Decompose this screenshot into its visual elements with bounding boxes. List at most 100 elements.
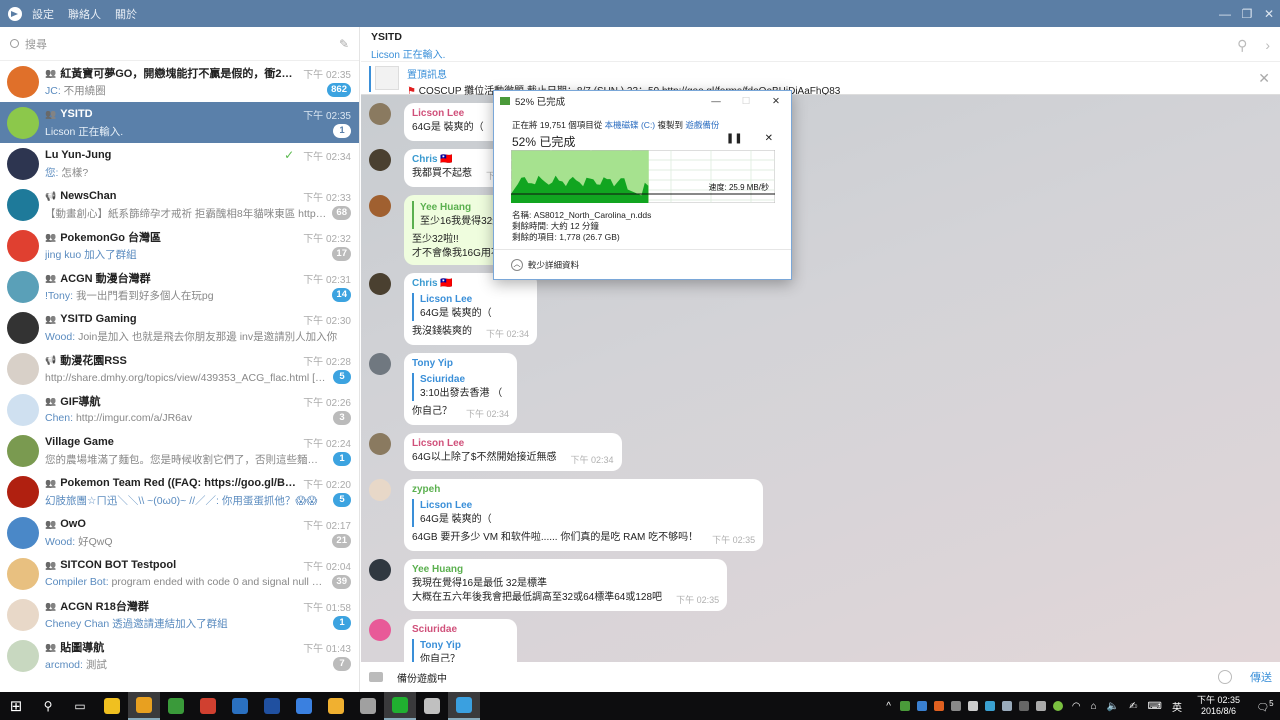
sender-name[interactable]: Licson Lee: [412, 437, 614, 451]
emoji-icon[interactable]: [1218, 670, 1232, 684]
message-bubble[interactable]: Chris 🇹🇼 Licson Lee 64G是 裝爽的（ 我沒錢裝爽的 下午 02:3…: [404, 273, 538, 345]
chevron-right-icon[interactable]: ›: [1265, 37, 1270, 54]
chat-list-item[interactable]: 👥 PokemonGo 台灣區 下午 02:32 jing kuo 加入了群組 17: [0, 225, 359, 266]
wifi-icon[interactable]: ◠: [1072, 701, 1081, 712]
sender-avatar[interactable]: [369, 433, 391, 455]
taskbar-app-button[interactable]: [160, 692, 192, 720]
pen-icon[interactable]: ✍: [1129, 701, 1137, 712]
tray-app-icon[interactable]: [1002, 701, 1013, 711]
tray-app-icon[interactable]: [900, 701, 911, 711]
taskbar: ⊞ ⚲ ▭ ^ ◠ ⌂ 🔈 ✍ ⌨ 英 下午 02:35 2016/8/6 🗨5: [0, 692, 1280, 720]
sender-avatar[interactable]: [369, 273, 391, 295]
sender-name[interactable]: Sciuridae: [412, 623, 509, 637]
tray-app-icon[interactable]: [1019, 701, 1030, 711]
taskbar-app-button[interactable]: [256, 692, 288, 720]
attach-photo-icon[interactable]: [369, 672, 383, 682]
taskbar-app-button[interactable]: [320, 692, 352, 720]
chat-list-item[interactable]: 👥紅黃寶可夢GO，開戀塊能打不贏是假的，衝20才是真的！！ P... 下午 02:…: [0, 61, 359, 102]
usb-icon[interactable]: [1036, 701, 1047, 711]
chat-list-item[interactable]: 👥 ACGN 動漫台灣群 下午 02:31 !Tony: 我一出門看到好多個人在玩pg…: [0, 266, 359, 307]
sender-avatar[interactable]: [369, 353, 391, 375]
taskbar-app-button[interactable]: [224, 692, 256, 720]
menu-settings[interactable]: 設定: [32, 6, 54, 22]
minimize-button[interactable]: —: [701, 96, 731, 107]
sender-avatar[interactable]: [369, 559, 391, 581]
close-button[interactable]: ✕: [761, 96, 791, 107]
chat-list-item[interactable]: 👥 ACGN R18台灣群 下午 01:58 Cheney Chan 透過邀請連結加入…: [0, 594, 359, 635]
taskbar-app-button[interactable]: [448, 692, 480, 720]
preview-text: Licson 正在輸入.: [45, 125, 124, 138]
compose-icon[interactable]: ✎: [339, 37, 349, 51]
search-icon[interactable]: ⚲: [1237, 37, 1247, 54]
taskbar-app-button[interactable]: [352, 692, 384, 720]
message-input[interactable]: 備份遊戲中: [397, 670, 1218, 685]
reply-quote[interactable]: Sciuridae 3:10出發去香港 （: [412, 373, 509, 401]
tray-app-icon[interactable]: [968, 701, 979, 711]
send-button[interactable]: 傳送: [1250, 669, 1272, 685]
sender-avatar[interactable]: [369, 619, 391, 641]
message-bubble[interactable]: SciuridaeTony Yip你自己？還有我媽下午 02:35: [404, 619, 518, 662]
destination-link[interactable]: 遊戲備份: [685, 120, 719, 130]
sender-avatar[interactable]: [369, 103, 391, 125]
network-icon[interactable]: ⌂: [1091, 701, 1097, 712]
sender-name[interactable]: zypeh: [412, 483, 755, 497]
message-bubble[interactable]: Tony Yip Sciuridae 3:10出發去香港 （ 你自己？ 下午 02:34: [404, 353, 518, 425]
pause-button[interactable]: ❚❚: [726, 133, 743, 150]
restore-button[interactable]: ❐: [1236, 7, 1258, 21]
tray-app-icon[interactable]: [951, 701, 962, 711]
chat-list-item[interactable]: Village Game 下午 02:24 您的農場堆滿了麵包。您是時候收割它們了，…: [0, 430, 359, 471]
chat-list-item[interactable]: 👥 GIF導航 下午 02:26 Chen: http://imgur.com/a/J…: [0, 389, 359, 430]
menu-about[interactable]: 關於: [115, 6, 137, 22]
task-view-button[interactable]: ▭: [64, 692, 96, 720]
sender-avatar[interactable]: [369, 479, 391, 501]
tray-app-icon[interactable]: [1053, 701, 1064, 711]
source-link[interactable]: 本機磁碟 (C:): [605, 120, 656, 130]
chat-list-item[interactable]: 👥 Pokemon Team Red ((FAQ: https://goo.gl/…: [0, 471, 359, 512]
chat-list-item[interactable]: Lu Yun-Jung ✓ 下午 02:34 您: 怎樣?: [0, 143, 359, 184]
chat-list-item[interactable]: 👥 OwO 下午 02:17 Wood: 好QwQ 21: [0, 512, 359, 553]
maximize-button[interactable]: ☐: [731, 96, 761, 107]
cancel-button[interactable]: ✕: [765, 133, 773, 150]
message-bubble[interactable]: Yee Huang 我現在覺得16是最低 32是標準 大概在五六年後我會把最低調高至…: [404, 559, 728, 611]
sender-avatar[interactable]: [369, 195, 391, 217]
reply-quote[interactable]: Tony Yip 你自己？: [412, 639, 509, 662]
clock[interactable]: 下午 02:35 2016/8/6: [1197, 695, 1240, 717]
taskbar-app-button[interactable]: [96, 692, 128, 720]
search-input[interactable]: 搜尋: [10, 32, 339, 56]
message-bubble[interactable]: zypeh Licson Lee 64G是 裝爽的（ 64GB 要开多少 VM 和软件…: [404, 479, 764, 551]
taskbar-app-button[interactable]: [384, 692, 416, 720]
message-bubble[interactable]: Licson Lee 64G以上除了$不然開始接近無感 下午 02:34: [404, 433, 622, 471]
keyboard-icon[interactable]: ⌨: [1148, 701, 1162, 712]
close-button[interactable]: ✕: [1258, 7, 1280, 21]
ime-indicator[interactable]: 英: [1172, 699, 1182, 714]
fewer-details-button[interactable]: ︿ 較少詳細資料: [494, 249, 791, 279]
tray-app-icon[interactable]: [934, 701, 945, 711]
sender-name[interactable]: Tony Yip: [412, 357, 509, 371]
reply-quote[interactable]: Licson Lee 64G是 裝爽的（: [412, 293, 529, 321]
minimize-button[interactable]: —: [1214, 7, 1236, 21]
reply-quote[interactable]: Licson Lee 64G是 裝爽的（: [412, 499, 755, 527]
search-button[interactable]: ⚲: [32, 692, 64, 720]
tray-app-icon[interactable]: [985, 701, 996, 711]
menu-contacts[interactable]: 聯絡人: [68, 6, 101, 22]
taskbar-app-button[interactable]: [128, 692, 160, 720]
chat-list-item[interactable]: 👥 SITCON BOT Testpool 下午 02:04 Compiler Bot…: [0, 553, 359, 594]
close-pinned-icon[interactable]: ✕: [1258, 70, 1270, 87]
taskbar-app-button[interactable]: [192, 692, 224, 720]
chat-list-item[interactable]: 👥 貼圖導航 下午 01:43 arcmod: 測試 7: [0, 635, 359, 676]
chat-list-item[interactable]: 👥 YSITD Gaming 下午 02:30 Wood: Join是加入 也就是飛去…: [0, 307, 359, 348]
chat-list-item[interactable]: 👥 YSITD 下午 02:35 Licson 正在輸入. 1: [0, 102, 359, 143]
taskbar-app-button[interactable]: [416, 692, 448, 720]
app-icon: [328, 698, 344, 714]
show-hidden-icons[interactable]: ^: [886, 701, 891, 712]
taskbar-app-button[interactable]: [288, 692, 320, 720]
chat-list-item[interactable]: 📢 動漫花園RSS 下午 02:28 http://share.dmhy.org/to…: [0, 348, 359, 389]
tray-app-icon[interactable]: [917, 701, 928, 711]
volume-icon[interactable]: 🔈: [1107, 701, 1119, 712]
sender-avatar[interactable]: [369, 149, 391, 171]
action-center-button[interactable]: 🗨5: [1250, 699, 1280, 713]
start-button[interactable]: ⊞: [0, 692, 32, 720]
chat-title[interactable]: YSITD: [371, 31, 1270, 43]
chat-list-item[interactable]: 📢 NewsChan 下午 02:33 【動畫創心】紙系篩缔孕才戒祈 拒霸醜相8年貓咪…: [0, 184, 359, 225]
sender-name[interactable]: Yee Huang: [412, 563, 719, 577]
